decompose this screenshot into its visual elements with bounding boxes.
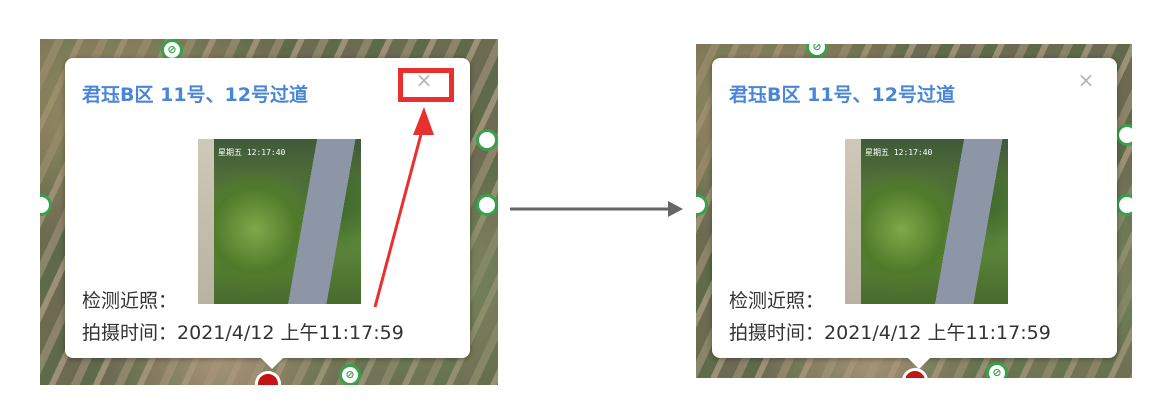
callout-arrow-icon [373,107,434,308]
after-screenshot: ⊘ ⊘ 君珏B区 11号、12号过道 × 星期五 12:17:40 检测近照： … [696,44,1132,378]
camera-snapshot[interactable]: 星期五 12:17:40 [845,139,1008,304]
photo-label: 检测近照： [729,290,825,312]
capture-time-value: 2021/4/12 上午11:17:59 [824,322,1051,344]
capture-time-label: 拍摄时间： [729,322,825,344]
capture-time: 拍摄时间：2021/4/12 上午11:17:59 [729,318,1051,345]
popup-title: 君珏B区 11号、12号过道 [729,84,955,106]
info-popup: 君珏B区 11号、12号过道 × 星期五 12:17:40 检测近照： 拍摄时间… [712,58,1117,369]
right-arrow-icon [510,201,683,217]
map-marker-icon[interactable]: ⊘ [986,362,1008,378]
before-screenshot: ⊘ ⊘ 君珏B区 11号、12号过道 × 星期五 12:17:40 检测近照： … [40,39,498,385]
snapshot-timestamp-overlay: 星期五 12:17:40 [865,148,933,157]
close-icon[interactable]: × [1074,68,1098,92]
map-marker-icon[interactable] [1116,194,1132,216]
map-marker-icon[interactable] [1116,124,1132,146]
